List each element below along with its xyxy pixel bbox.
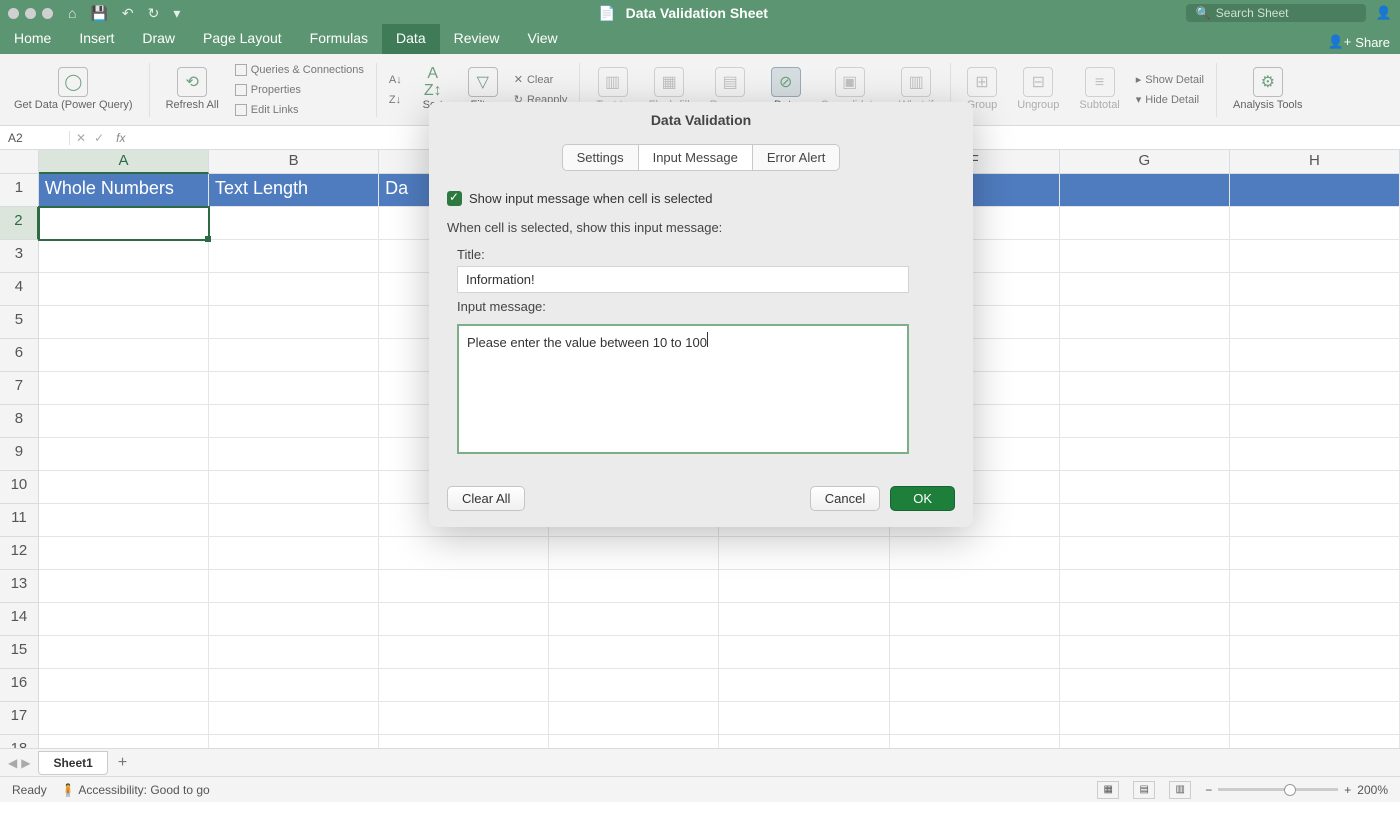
tab-input-message[interactable]: Input Message (639, 144, 752, 171)
doc-icon: 📄 (598, 5, 615, 22)
message-label: Input message: (447, 293, 955, 318)
refresh-all-button[interactable]: ⟲Refresh All (158, 67, 227, 111)
title-label: Title: (447, 241, 955, 266)
save-icon[interactable]: 💾 (90, 5, 107, 22)
tab-data[interactable]: Data (382, 24, 440, 54)
cancel-icon[interactable]: ✕ (76, 131, 86, 145)
col-header-B[interactable]: B (209, 150, 379, 174)
show-detail-button[interactable]: ▸Show Detail (1136, 71, 1204, 89)
name-box[interactable]: A2 (0, 131, 70, 145)
cell-A1[interactable]: Whole Numbers (39, 174, 209, 207)
col-header-H[interactable]: H (1230, 150, 1400, 174)
add-sheet-button[interactable]: + (108, 752, 137, 774)
queries-button[interactable]: Queries & Connections (235, 61, 364, 79)
select-all-corner[interactable] (0, 150, 39, 174)
data-validation-dialog: Data Validation Settings Input Message E… (429, 102, 973, 527)
status-bar: Ready 🧍 Accessibility: Good to go ▦ ▤ ▥ … (0, 776, 1400, 802)
menu-bar: Home Insert Draw Page Layout Formulas Da… (0, 26, 1400, 54)
page-layout-view-icon[interactable]: ▤ (1133, 781, 1155, 799)
show-input-checkbox[interactable]: Show input message when cell is selected (447, 189, 955, 216)
tab-home[interactable]: Home (0, 24, 65, 54)
tab-draw[interactable]: Draw (128, 24, 189, 54)
ok-button[interactable]: OK (890, 486, 955, 511)
cell-A2[interactable] (39, 207, 209, 240)
clear-all-button[interactable]: Clear All (447, 486, 525, 511)
tab-formulas[interactable]: Formulas (296, 24, 382, 54)
message-textarea[interactable]: Please enter the value between 10 to 100 (457, 324, 909, 454)
tab-settings[interactable]: Settings (562, 144, 639, 171)
hide-detail-button[interactable]: ▾Hide Detail (1136, 91, 1204, 109)
cell-B1[interactable]: Text Length (209, 174, 379, 207)
tab-review[interactable]: Review (440, 24, 514, 54)
zoom-out-icon[interactable]: − (1205, 783, 1212, 797)
analysis-tools-button[interactable]: ⚙Analysis Tools (1225, 67, 1311, 111)
fx-label[interactable]: fx (110, 131, 131, 145)
row-header[interactable]: 2 (0, 207, 39, 240)
dialog-title: Data Validation (429, 102, 973, 138)
next-sheet-icon[interactable]: ▶ (21, 756, 30, 770)
properties-button[interactable]: Properties (235, 81, 364, 99)
sheet-tabs-bar: ◀ ▶ Sheet1 + (0, 748, 1400, 776)
zoom-slider[interactable] (1218, 788, 1338, 791)
col-header-A[interactable]: A (39, 150, 209, 174)
zoom-in-icon[interactable]: + (1344, 783, 1351, 797)
prev-sheet-icon[interactable]: ◀ (8, 756, 17, 770)
clear-button[interactable]: ✕Clear (514, 71, 568, 89)
get-data-button[interactable]: ◯Get Data (Power Query) (6, 67, 141, 111)
sheet-tab[interactable]: Sheet1 (38, 751, 107, 775)
when-label: When cell is selected, show this input m… (447, 216, 955, 241)
more-icon[interactable]: ▾ (173, 5, 180, 22)
sort-az[interactable]: A↓Z↓ (385, 71, 406, 109)
tab-view[interactable]: View (514, 24, 572, 54)
zoom-control[interactable]: − + 200% (1205, 783, 1388, 797)
edit-links-button[interactable]: Edit Links (235, 101, 364, 119)
cancel-button[interactable]: Cancel (810, 486, 880, 511)
share-icon: 👤+ (1328, 34, 1352, 50)
home-icon[interactable]: ⌂ (68, 5, 76, 21)
zoom-level[interactable]: 200% (1357, 783, 1388, 797)
subtotal-button[interactable]: ≡Subtotal (1071, 67, 1127, 111)
title-bar: ⌂ 💾 ↶ ↻ ▾ 📄 Data Validation Sheet 🔍 Sear… (0, 0, 1400, 26)
checkbox-icon[interactable] (447, 191, 462, 206)
row-header[interactable]: 1 (0, 174, 39, 207)
title-input[interactable]: Information! (457, 266, 909, 293)
share-button[interactable]: 👤+ Share (1318, 30, 1400, 54)
document-title: 📄 Data Validation Sheet (180, 5, 1185, 22)
user-icon[interactable]: 👤 (1376, 5, 1392, 21)
window-controls[interactable] (8, 8, 53, 19)
tab-page-layout[interactable]: Page Layout (189, 24, 296, 54)
quick-access-toolbar[interactable]: ⌂ 💾 ↶ ↻ ▾ (68, 5, 180, 22)
enter-icon[interactable]: ✓ (94, 131, 104, 145)
undo-icon[interactable]: ↶ (122, 5, 134, 22)
ungroup-button[interactable]: ⊟Ungroup (1009, 67, 1067, 111)
dialog-tabs: Settings Input Message Error Alert (447, 144, 955, 171)
redo-icon[interactable]: ↻ (148, 5, 160, 22)
search-input[interactable]: 🔍 Search Sheet (1186, 4, 1366, 22)
page-break-view-icon[interactable]: ▥ (1169, 781, 1191, 799)
normal-view-icon[interactable]: ▦ (1097, 781, 1119, 799)
col-header-G[interactable]: G (1060, 150, 1230, 174)
tab-insert[interactable]: Insert (65, 24, 128, 54)
status-ready: Ready (12, 783, 47, 797)
accessibility-status[interactable]: 🧍 Accessibility: Good to go (61, 783, 210, 797)
search-icon: 🔍 (1196, 6, 1211, 20)
tab-error-alert[interactable]: Error Alert (752, 144, 841, 171)
